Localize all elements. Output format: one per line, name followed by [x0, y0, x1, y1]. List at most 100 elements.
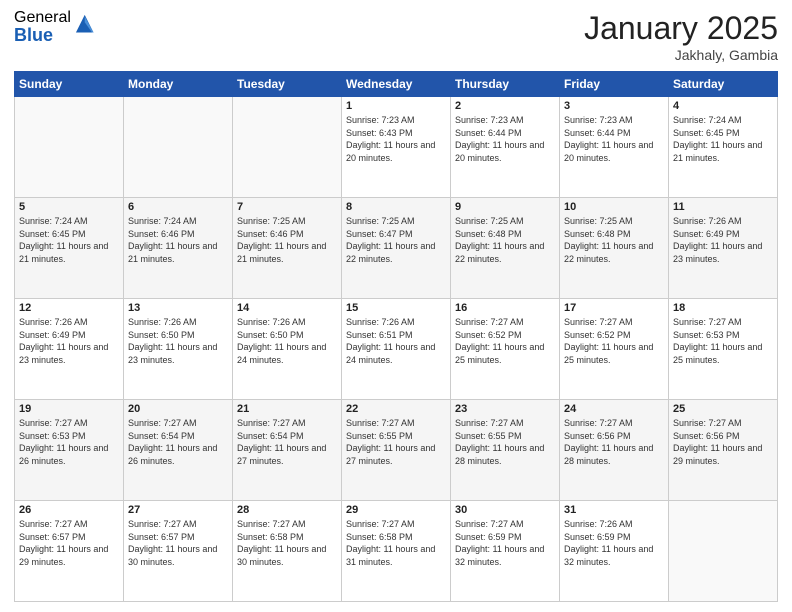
calendar-cell: 7 Sunrise: 7:25 AMSunset: 6:46 PMDaylight… — [233, 198, 342, 299]
day-info: Sunrise: 7:27 AMSunset: 6:58 PMDaylight:… — [346, 518, 446, 568]
day-number: 14 — [237, 302, 337, 314]
sunrise-text: Sunrise: 7:27 AM — [455, 518, 555, 531]
day-number: 26 — [19, 504, 119, 516]
location: Jakhaly, Gambia — [584, 47, 778, 63]
sunset-text: Sunset: 6:47 PM — [346, 228, 446, 241]
daylight-text: Daylight: 11 hours and 23 minutes. — [128, 341, 228, 366]
day-info: Sunrise: 7:24 AMSunset: 6:45 PMDaylight:… — [673, 114, 773, 164]
daylight-text: Daylight: 11 hours and 22 minutes. — [455, 240, 555, 265]
daylight-text: Daylight: 11 hours and 23 minutes. — [19, 341, 119, 366]
sunset-text: Sunset: 6:54 PM — [237, 430, 337, 443]
daylight-text: Daylight: 11 hours and 27 minutes. — [346, 442, 446, 467]
calendar-cell: 22Sunrise: 7:27 AMSunset: 6:55 PMDayligh… — [342, 400, 451, 501]
day-number: 11 — [673, 201, 773, 213]
day-number: 10 — [564, 201, 664, 213]
calendar-cell: 2Sunrise: 7:23 AMSunset: 6:44 PMDaylight… — [451, 97, 560, 198]
day-number: 6 — [128, 201, 228, 213]
sunrise-text: Sunrise: 7:26 AM — [19, 316, 119, 329]
header-friday: Friday — [560, 72, 669, 97]
logo-general: General — [14, 10, 71, 26]
calendar-cell — [15, 97, 124, 198]
sunset-text: Sunset: 6:58 PM — [346, 531, 446, 544]
day-info: Sunrise: 7:27 AMSunset: 6:58 PMDaylight:… — [237, 518, 337, 568]
calendar-cell: 19Sunrise: 7:27 AMSunset: 6:53 PMDayligh… — [15, 400, 124, 501]
day-number: 3 — [564, 100, 664, 112]
daylight-text: Daylight: 11 hours and 22 minutes. — [564, 240, 664, 265]
sunset-text: Sunset: 6:59 PM — [455, 531, 555, 544]
sunset-text: Sunset: 6:56 PM — [673, 430, 773, 443]
calendar-cell — [124, 97, 233, 198]
day-number: 28 — [237, 504, 337, 516]
calendar-cell: 10Sunrise: 7:25 AMSunset: 6:48 PMDayligh… — [560, 198, 669, 299]
sunrise-text: Sunrise: 7:26 AM — [673, 215, 773, 228]
calendar-week-0: 1Sunrise: 7:23 AMSunset: 6:43 PMDaylight… — [15, 97, 778, 198]
sunrise-text: Sunrise: 7:27 AM — [455, 316, 555, 329]
sunset-text: Sunset: 6:46 PM — [237, 228, 337, 241]
calendar-cell: 9Sunrise: 7:25 AMSunset: 6:48 PMDaylight… — [451, 198, 560, 299]
calendar-cell: 11Sunrise: 7:26 AMSunset: 6:49 PMDayligh… — [669, 198, 778, 299]
day-info: Sunrise: 7:23 AMSunset: 6:44 PMDaylight:… — [455, 114, 555, 164]
sunrise-text: Sunrise: 7:26 AM — [128, 316, 228, 329]
calendar-cell: 25 Sunrise: 7:27 AMSunset: 6:56 PMDayligh… — [669, 400, 778, 501]
sunrise-text: Sunrise: 7:27 AM — [346, 518, 446, 531]
daylight-text: Daylight: 11 hours and 25 minutes. — [673, 341, 773, 366]
day-info: Sunrise: 7:27 AMSunset: 6:57 PMDaylight:… — [19, 518, 119, 568]
sunrise-text: Sunrise: 7:27 AM — [237, 518, 337, 531]
daylight-text: Daylight: 11 hours and 26 minutes. — [128, 442, 228, 467]
sunset-text: Sunset: 6:45 PM — [673, 127, 773, 140]
day-info: Sunrise: 7:23 AMSunset: 6:44 PMDaylight:… — [564, 114, 664, 164]
day-info: Sunrise: 7:27 AMSunset: 6:55 PMDaylight:… — [455, 417, 555, 467]
day-number: 5 — [19, 201, 119, 213]
calendar-cell: 18Sunrise: 7:27 AMSunset: 6:53 PMDayligh… — [669, 299, 778, 400]
sunset-text: Sunset: 6:46 PM — [128, 228, 228, 241]
sunrise-text: Sunrise: 7:27 AM — [673, 316, 773, 329]
calendar-cell: 5Sunrise: 7:24 AMSunset: 6:45 PMDaylight… — [15, 198, 124, 299]
sunset-text: Sunset: 6:58 PM — [237, 531, 337, 544]
calendar-cell: 4 Sunrise: 7:24 AMSunset: 6:45 PMDaylight… — [669, 97, 778, 198]
daylight-text: Daylight: 11 hours and 25 minutes. — [455, 341, 555, 366]
day-info: Sunrise: 7:27 AMSunset: 6:57 PMDaylight:… — [128, 518, 228, 568]
calendar-cell: 13Sunrise: 7:26 AMSunset: 6:50 PMDayligh… — [124, 299, 233, 400]
header-saturday: Saturday — [669, 72, 778, 97]
calendar-cell: 20Sunrise: 7:27 AMSunset: 6:54 PMDayligh… — [124, 400, 233, 501]
daylight-text: Daylight: 11 hours and 29 minutes. — [19, 543, 119, 568]
day-number: 7 — [237, 201, 337, 213]
sunrise-text: Sunrise: 7:26 AM — [564, 518, 664, 531]
header-monday: Monday — [124, 72, 233, 97]
calendar-cell: 6Sunrise: 7:24 AMSunset: 6:46 PMDaylight… — [124, 198, 233, 299]
header-tuesday: Tuesday — [233, 72, 342, 97]
day-info: Sunrise: 7:25 AMSunset: 6:46 PMDaylight:… — [237, 215, 337, 265]
sunrise-text: Sunrise: 7:26 AM — [237, 316, 337, 329]
calendar-cell: 26 Sunrise: 7:27 AMSunset: 6:57 PMDayligh… — [15, 501, 124, 602]
sunrise-text: Sunrise: 7:27 AM — [455, 417, 555, 430]
day-number: 23 — [455, 403, 555, 415]
day-number: 21 — [237, 403, 337, 415]
day-number: 4 — [673, 100, 773, 112]
sunrise-text: Sunrise: 7:27 AM — [564, 316, 664, 329]
sunrise-text: Sunrise: 7:25 AM — [346, 215, 446, 228]
sunset-text: Sunset: 6:54 PM — [128, 430, 228, 443]
weekday-header-row: Sunday Monday Tuesday Wednesday Thursday… — [15, 72, 778, 97]
day-info: Sunrise: 7:26 AMSunset: 6:49 PMDaylight:… — [19, 316, 119, 366]
day-number: 16 — [455, 302, 555, 314]
daylight-text: Daylight: 11 hours and 21 minutes. — [19, 240, 119, 265]
day-number: 31 — [564, 504, 664, 516]
day-info: Sunrise: 7:27 AMSunset: 6:54 PMDaylight:… — [128, 417, 228, 467]
day-info: Sunrise: 7:23 AMSunset: 6:43 PMDaylight:… — [346, 114, 446, 164]
day-number: 25 — [673, 403, 773, 415]
calendar-cell — [233, 97, 342, 198]
sunset-text: Sunset: 6:59 PM — [564, 531, 664, 544]
day-info: Sunrise: 7:26 AMSunset: 6:59 PMDaylight:… — [564, 518, 664, 568]
daylight-text: Daylight: 11 hours and 27 minutes. — [237, 442, 337, 467]
calendar-cell: 16Sunrise: 7:27 AMSunset: 6:52 PMDayligh… — [451, 299, 560, 400]
daylight-text: Daylight: 11 hours and 21 minutes. — [237, 240, 337, 265]
calendar-week-3: 19Sunrise: 7:27 AMSunset: 6:53 PMDayligh… — [15, 400, 778, 501]
sunset-text: Sunset: 6:43 PM — [346, 127, 446, 140]
day-info: Sunrise: 7:27 AMSunset: 6:56 PMDaylight:… — [673, 417, 773, 467]
day-number: 18 — [673, 302, 773, 314]
sunrise-text: Sunrise: 7:27 AM — [19, 518, 119, 531]
calendar-week-2: 12Sunrise: 7:26 AMSunset: 6:49 PMDayligh… — [15, 299, 778, 400]
daylight-text: Daylight: 11 hours and 23 minutes. — [673, 240, 773, 265]
sunset-text: Sunset: 6:48 PM — [564, 228, 664, 241]
month-title: January 2025 — [584, 10, 778, 47]
